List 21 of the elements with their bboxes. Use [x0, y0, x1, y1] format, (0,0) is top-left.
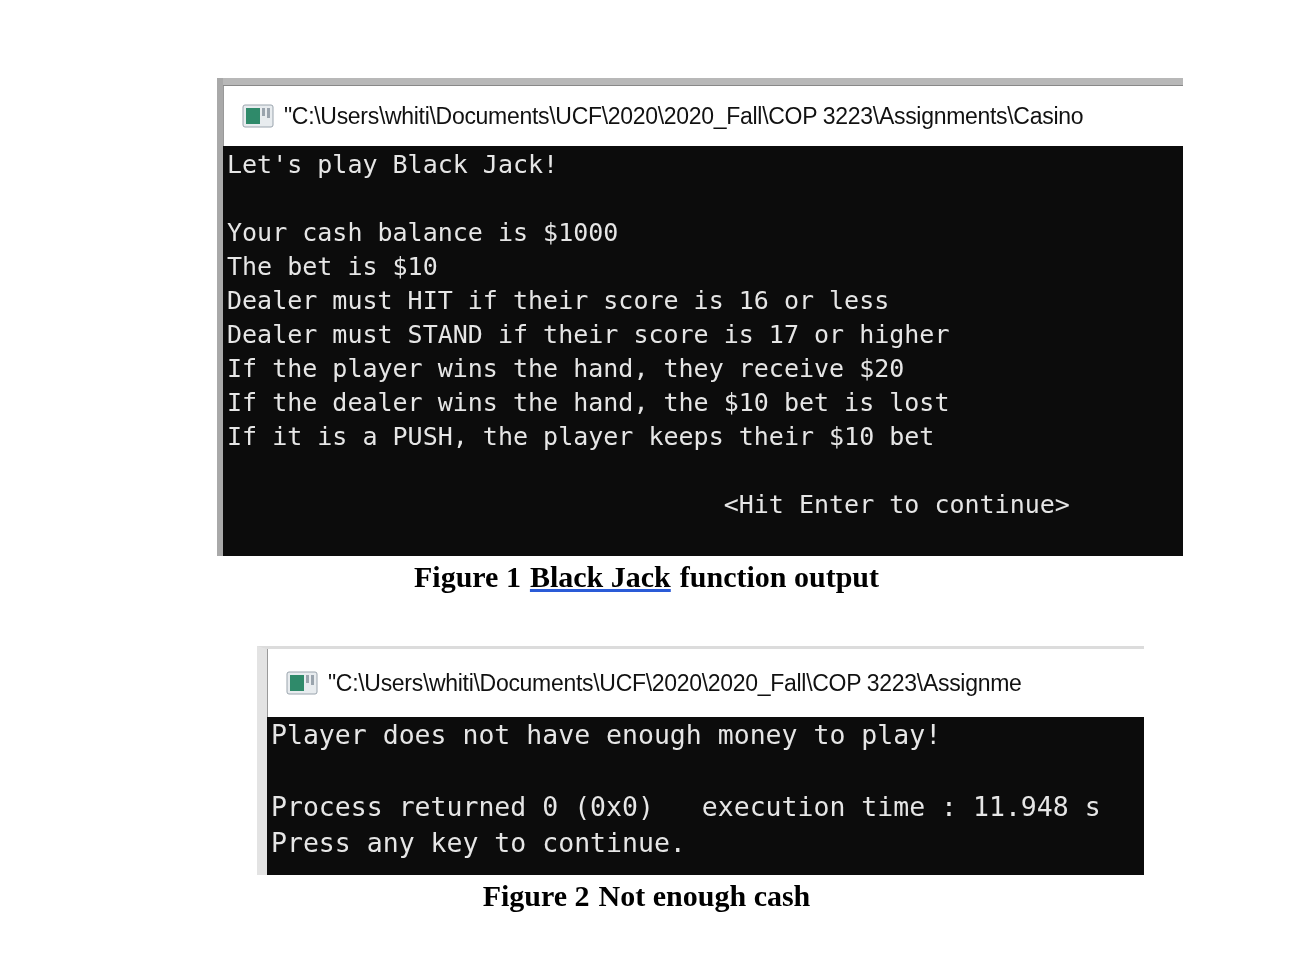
console-line: The bet is $10: [227, 251, 439, 283]
console-line: Your cash balance is $1000: [227, 217, 620, 249]
console-line: Dealer must STAND if their score is 17 or higher: [227, 319, 951, 351]
figure-caption: function output: [679, 560, 879, 594]
console-line: Player does not have enough money to play!: [271, 718, 943, 752]
window-title: "C:\Users\whiti\Documents\UCF\2020\2020_Fall\COP 3223\Assignments\Casino: [284, 102, 1084, 130]
console-line: Let's play Black Jack!: [227, 149, 560, 181]
console-line: If the dealer wins the hand, the $10 bet is lost: [227, 387, 951, 419]
console-line: Process returned 0 (0x0) execution time : 11.948 s: [271, 790, 1102, 824]
console-line: If the player wins the hand, they receive $20: [227, 353, 906, 385]
console-line: If it is a PUSH, the player keeps their $10 bet: [227, 421, 936, 453]
console-app-icon: [242, 104, 274, 128]
window-title: "C:\Users\whiti\Documents\UCF\2020\2020_Fall\COP 3223\Assignme: [328, 669, 1022, 697]
console-app-icon: [286, 671, 318, 695]
console-line: <Hit Enter to continue>: [722, 489, 1071, 521]
console-line: Press any key to continue.: [271, 826, 687, 860]
console-line: Dealer must HIT if their score is 16 or less: [227, 285, 891, 317]
figure-caption: Figure 1: [414, 560, 521, 594]
figure-caption: Figure 2: [482, 879, 590, 913]
figure-caption: Not enough cash: [598, 879, 811, 913]
figure-caption: Black Jack: [529, 560, 671, 594]
